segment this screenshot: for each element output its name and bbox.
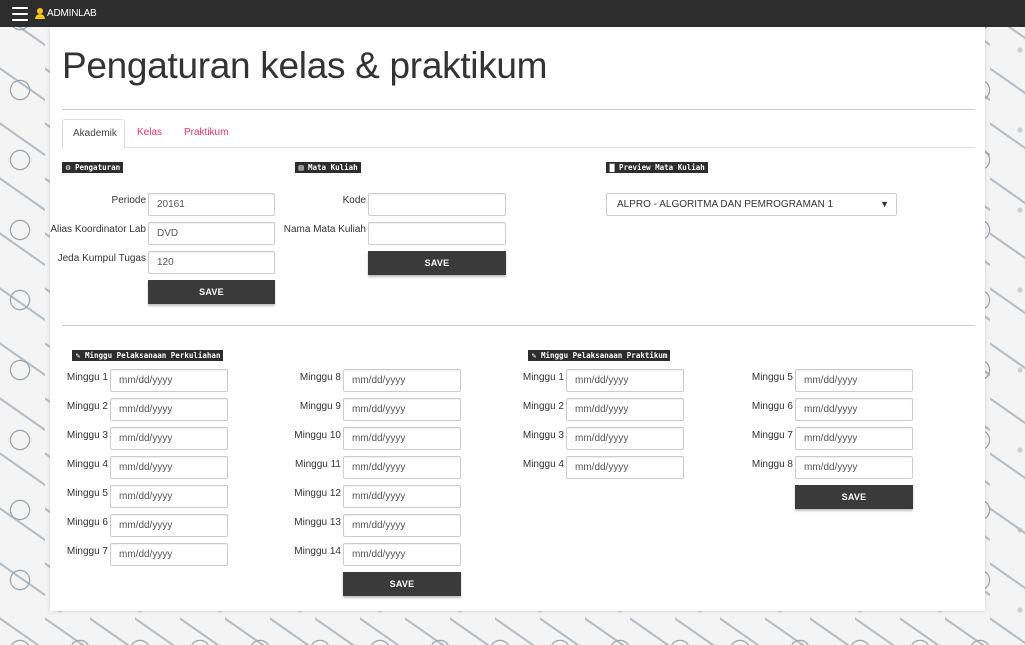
mata-kuliah-save-button[interactable]: SAVE	[368, 251, 506, 275]
mata-kuliah-heading: ▤ Mata Kuliah	[295, 162, 361, 173]
kode-input[interactable]	[368, 193, 506, 216]
perkuliahan-week-date-input[interactable]	[343, 514, 461, 537]
pencil-icon: ✎	[75, 350, 81, 360]
nama-mata-kuliah-input[interactable]	[368, 222, 506, 245]
perkuliahan-week-date-input[interactable]	[343, 543, 461, 566]
preview-selected-value: ALPRO - ALGORITMA DAN PEMROGRAMAN 1	[617, 199, 834, 210]
perkuliahan-week-date-input[interactable]	[110, 514, 228, 537]
perkuliahan-week-date-input[interactable]	[110, 543, 228, 566]
perkuliahan-week-date-input[interactable]	[343, 427, 461, 450]
praktikum-heading: ✎ Minggu Pelaksanaan Praktikum	[528, 350, 671, 361]
praktikum-week-date-input[interactable]	[795, 398, 913, 421]
perkuliahan-week-label: Minggu 12	[294, 488, 341, 499]
main-content: Pengaturan kelas & praktikum Akademik Ke…	[50, 27, 985, 611]
praktikum-week-date-input[interactable]	[566, 398, 684, 421]
perkuliahan-week-label: Minggu 6	[66, 517, 108, 528]
kode-label: Kode	[342, 195, 366, 206]
top-navbar: ADMINLAB	[0, 0, 1025, 27]
praktikum-week-date-input[interactable]	[566, 369, 684, 392]
jeda-kumpul-input[interactable]	[148, 251, 275, 274]
pengaturan-save-button[interactable]: SAVE	[148, 280, 275, 304]
praktikum-week-date-input[interactable]	[795, 369, 913, 392]
hamburger-icon[interactable]	[12, 6, 28, 21]
section-divider	[62, 325, 975, 326]
alias-koordinator-input[interactable]	[148, 222, 275, 245]
tab-praktikum[interactable]: Praktikum	[174, 119, 238, 148]
tab-bar: Akademik Kelas Praktikum	[62, 119, 975, 149]
praktikum-week-label: Minggu 8	[751, 459, 793, 470]
user-icon	[35, 8, 45, 19]
praktikum-week-label: Minggu 6	[751, 401, 793, 412]
praktikum-week-date-input[interactable]	[795, 456, 913, 479]
page-title: Pengaturan kelas & praktikum	[62, 45, 548, 86]
praktikum-week-date-input[interactable]	[795, 427, 913, 450]
brand-label[interactable]: ADMINLAB	[47, 8, 97, 19]
periode-label: Periode	[111, 195, 146, 206]
perkuliahan-week-label: Minggu 7	[66, 546, 108, 557]
jeda-kumpul-label: Jeda Kumpul Tugas	[57, 253, 146, 264]
preview-mata-kuliah-select[interactable]: ALPRO - ALGORITMA DAN PEMROGRAMAN 1 ▼	[606, 193, 897, 216]
praktikum-week-date-input[interactable]	[566, 456, 684, 479]
perkuliahan-week-label: Minggu 3	[66, 430, 108, 441]
praktikum-week-date-input[interactable]	[566, 427, 684, 450]
preview-mata-kuliah-heading: ▇ Preview Mata Kuliah	[606, 162, 708, 173]
praktikum-week-label: Minggu 3	[522, 430, 564, 441]
perkuliahan-week-label: Minggu 2	[66, 401, 108, 412]
perkuliahan-week-label: Minggu 13	[294, 517, 341, 528]
perkuliahan-week-date-input[interactable]	[343, 485, 461, 508]
pencil-icon: ✎	[531, 350, 537, 360]
perkuliahan-week-label: Minggu 11	[295, 459, 341, 470]
perkuliahan-week-label: Minggu 10	[294, 430, 341, 441]
perkuliahan-week-label: Minggu 4	[66, 459, 108, 470]
document-icon: ▇	[609, 162, 615, 172]
dropdown-arrow-icon: ▼	[880, 199, 889, 209]
perkuliahan-save-button[interactable]: SAVE	[343, 572, 461, 596]
perkuliahan-heading: ✎ Minggu Pelaksanaan Perkuliahan	[72, 350, 224, 361]
book-icon: ▤	[298, 162, 304, 172]
perkuliahan-week-date-input[interactable]	[343, 369, 461, 392]
alias-koordinator-label: Alias Koordinator Lab	[50, 224, 146, 235]
perkuliahan-week-label: Minggu 14	[294, 546, 341, 557]
praktikum-week-label: Minggu 4	[522, 459, 564, 470]
praktikum-week-label: Minggu 2	[522, 401, 564, 412]
perkuliahan-week-date-input[interactable]	[110, 369, 228, 392]
praktikum-week-label: Minggu 7	[751, 430, 793, 441]
perkuliahan-week-date-input[interactable]	[110, 398, 228, 421]
perkuliahan-week-label: Minggu 8	[299, 372, 341, 383]
periode-input[interactable]	[148, 193, 275, 216]
pengaturan-heading: ⚙ Pengaturan	[62, 162, 124, 173]
gear-icon: ⚙	[65, 162, 71, 172]
perkuliahan-week-date-input[interactable]	[343, 456, 461, 479]
praktikum-week-label: Minggu 1	[522, 372, 564, 383]
perkuliahan-week-label: Minggu 5	[66, 488, 108, 499]
tab-kelas[interactable]: Kelas	[127, 119, 172, 148]
praktikum-week-label: Minggu 5	[751, 372, 793, 383]
perkuliahan-week-label: Minggu 1	[66, 372, 108, 383]
perkuliahan-week-date-input[interactable]	[343, 398, 461, 421]
perkuliahan-week-date-input[interactable]	[110, 427, 228, 450]
perkuliahan-week-label: Minggu 9	[299, 401, 341, 412]
nama-mata-kuliah-label: Nama Mata Kuliah	[283, 224, 366, 235]
tab-akademik[interactable]: Akademik	[62, 119, 125, 149]
praktikum-save-button[interactable]: SAVE	[795, 485, 913, 509]
perkuliahan-week-date-input[interactable]	[110, 456, 228, 479]
title-divider	[62, 109, 975, 110]
perkuliahan-week-date-input[interactable]	[110, 485, 228, 508]
